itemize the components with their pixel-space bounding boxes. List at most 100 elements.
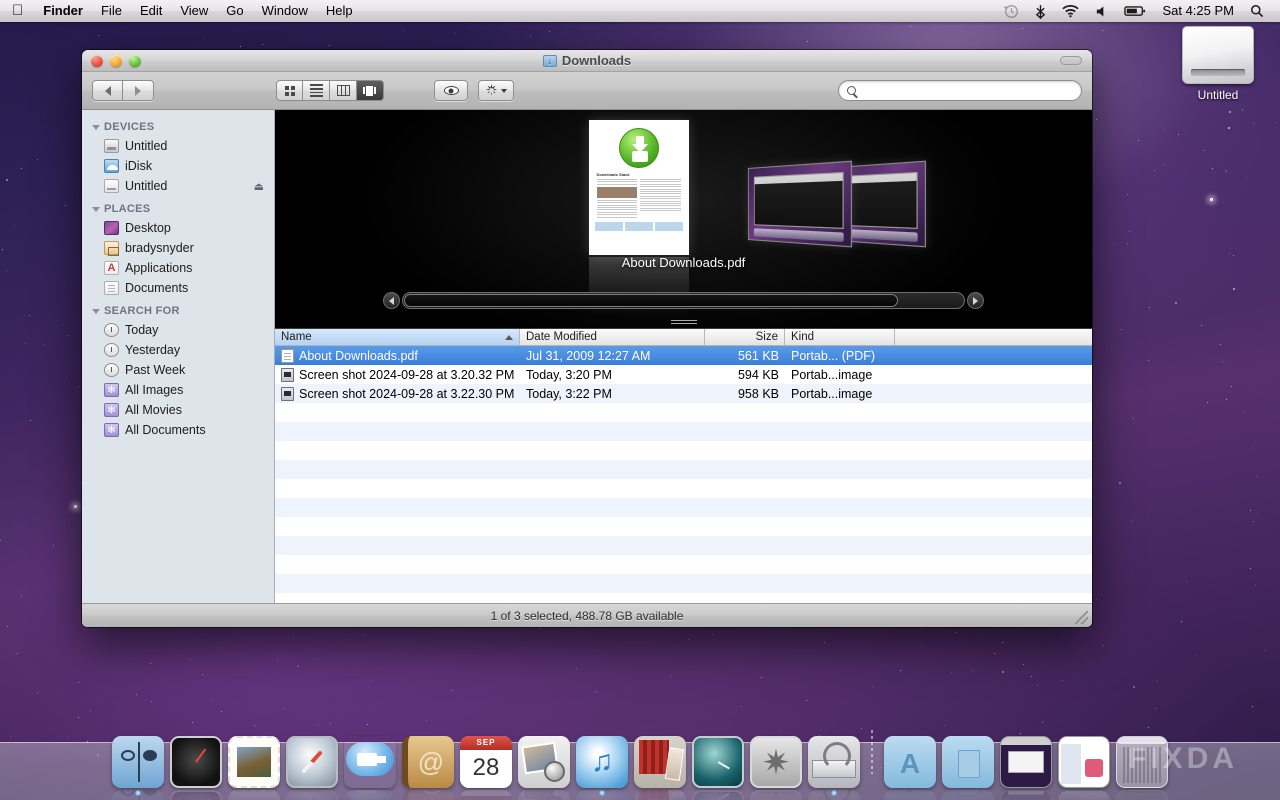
forward-button[interactable] (123, 80, 154, 101)
quick-look-button[interactable] (434, 80, 468, 101)
column-view-button[interactable] (330, 80, 357, 101)
menu-item-go[interactable]: Go (217, 0, 252, 22)
dock-item-photo-booth[interactable] (634, 736, 686, 788)
window-body: DEVICES Untitled iDisk Untitled ⏏ PLACES (82, 110, 1092, 603)
dock-reflection (402, 790, 454, 800)
menu-bar-clock[interactable]: Sat 4:25 PM (1154, 0, 1242, 22)
address-book-icon (402, 736, 454, 788)
menu-item-window[interactable]: Window (253, 0, 317, 22)
table-row[interactable]: About Downloads.pdf Jul 31, 2009 12:27 A… (275, 346, 1092, 365)
sidebar-section-places[interactable]: PLACES (82, 200, 274, 218)
dock-item-documents-folder[interactable] (942, 736, 994, 788)
sidebar-item-label: Untitled (125, 139, 167, 153)
downloads-stack-icon (619, 128, 659, 168)
column-header-date-modified[interactable]: Date Modified (520, 329, 705, 345)
sidebar-item-all-movies[interactable]: All Movies (82, 400, 274, 420)
dock-item-mail[interactable] (228, 736, 280, 788)
spotlight-search-icon[interactable] (1242, 4, 1272, 18)
sidebar-section-search-for[interactable]: SEARCH FOR (82, 302, 274, 320)
coverflow-view-button[interactable] (357, 80, 384, 101)
disclosure-triangle-icon[interactable] (92, 309, 100, 314)
dock-item-dashboard[interactable] (170, 736, 222, 788)
sidebar-item-label: Yesterday (125, 343, 180, 357)
sidebar-item-applications[interactable]: Applications (82, 258, 274, 278)
dock-item-iphoto[interactable] (518, 736, 570, 788)
cell-name: Screen shot 2024-09-28 at 3.20.32 PM (275, 368, 520, 382)
sidebar-item-bradysnyder[interactable]: bradysnyder (82, 238, 274, 258)
coverflow-resize-grip[interactable] (671, 320, 697, 326)
disclosure-triangle-icon[interactable] (92, 207, 100, 212)
sidebar-item-label: Past Week (125, 363, 185, 377)
running-indicator (599, 790, 605, 796)
time-machine-icon (692, 736, 744, 788)
empty-row (275, 479, 1092, 498)
menu-item-file[interactable]: File (92, 0, 131, 22)
scroll-left-button[interactable] (383, 292, 400, 309)
action-menu-button[interactable] (478, 80, 514, 101)
table-row[interactable]: Screen shot 2024-09-28 at 3.22.30 PM Tod… (275, 384, 1092, 403)
dock-item-itunes[interactable] (576, 736, 628, 788)
sidebar-item-today[interactable]: Today (82, 320, 274, 340)
eject-icon[interactable]: ⏏ (254, 180, 264, 193)
dock-item-minimized-window-2[interactable] (1058, 736, 1110, 788)
sidebar-item-documents[interactable]: Documents (82, 278, 274, 298)
time-machine-icon[interactable] (996, 4, 1027, 19)
dock-item-time-machine[interactable] (692, 736, 744, 788)
dock-item-ichat[interactable] (344, 736, 396, 788)
sidebar-item-desktop[interactable]: Desktop (82, 218, 274, 238)
column-header-name[interactable]: Name (275, 329, 520, 345)
menu-item-edit[interactable]: Edit (131, 0, 171, 22)
bluetooth-icon[interactable] (1027, 4, 1054, 19)
dock-item-minimized-window-1[interactable] (1000, 736, 1052, 788)
scrollbar-thumb[interactable] (404, 294, 898, 307)
desktop-drive-untitled[interactable]: Untitled (1170, 26, 1266, 102)
sidebar-item-all-documents[interactable]: All Documents (82, 420, 274, 440)
apple-icon[interactable]:  (0, 3, 34, 18)
search-field[interactable] (838, 80, 1082, 101)
coverflow-area[interactable]: Downloads Stack About Downloads.pdf (275, 110, 1092, 329)
documents-folder-icon (942, 736, 994, 788)
wifi-icon[interactable] (1054, 4, 1087, 18)
dock-item-ical[interactable]: SEP (460, 736, 512, 788)
scrollbar-track[interactable] (402, 292, 965, 309)
dock-item-disk-utility[interactable] (808, 736, 860, 788)
table-row[interactable]: Screen shot 2024-09-28 at 3.20.32 PM Tod… (275, 365, 1092, 384)
window-titlebar[interactable]: Downloads (82, 50, 1092, 72)
column-header-kind[interactable]: Kind (785, 329, 895, 345)
icon-view-button[interactable] (276, 80, 303, 101)
coverflow-scrollbar[interactable] (383, 291, 984, 310)
menu-item-help[interactable]: Help (317, 0, 362, 22)
dock-item-applications-folder[interactable] (884, 736, 936, 788)
sidebar-item-past-week[interactable]: Past Week (82, 360, 274, 380)
running-indicator (135, 790, 141, 796)
toolbar-toggle-button[interactable] (1060, 56, 1082, 65)
finder-window[interactable]: Downloads (82, 50, 1092, 627)
file-list[interactable]: About Downloads.pdf Jul 31, 2009 12:27 A… (275, 346, 1092, 603)
coverflow-item-screenshot-1[interactable] (748, 161, 852, 248)
sidebar-item-untitled-hd[interactable]: Untitled (82, 136, 274, 156)
list-view-button[interactable] (303, 80, 330, 101)
menu-item-view[interactable]: View (171, 0, 217, 22)
back-button[interactable] (92, 80, 123, 101)
sidebar-item-untitled-external[interactable]: Untitled ⏏ (82, 176, 274, 196)
sidebar-section-devices[interactable]: DEVICES (82, 118, 274, 136)
sidebar-item-idisk[interactable]: iDisk (82, 156, 274, 176)
dock-item-safari[interactable] (286, 736, 338, 788)
search-input[interactable] (861, 84, 1073, 98)
battery-icon[interactable] (1116, 5, 1154, 17)
dock-item-system-preferences[interactable] (750, 736, 802, 788)
column-header-size[interactable]: Size (705, 329, 785, 345)
sidebar-item-yesterday[interactable]: Yesterday (82, 340, 274, 360)
dock-item-address-book[interactable] (402, 736, 454, 788)
scroll-right-button[interactable] (967, 292, 984, 309)
dock-reflection (634, 790, 686, 800)
menu-item-finder[interactable]: Finder (34, 0, 92, 22)
coverflow-item-about-downloads-pdf[interactable]: Downloads Stack (589, 120, 689, 255)
applications-folder-icon (884, 736, 936, 788)
dock-item-finder[interactable] (112, 736, 164, 788)
resize-grip[interactable] (1075, 611, 1088, 624)
system-preferences-icon (750, 736, 802, 788)
disclosure-triangle-icon[interactable] (92, 125, 100, 130)
sidebar-item-all-images[interactable]: All Images (82, 380, 274, 400)
volume-icon[interactable] (1087, 5, 1116, 18)
